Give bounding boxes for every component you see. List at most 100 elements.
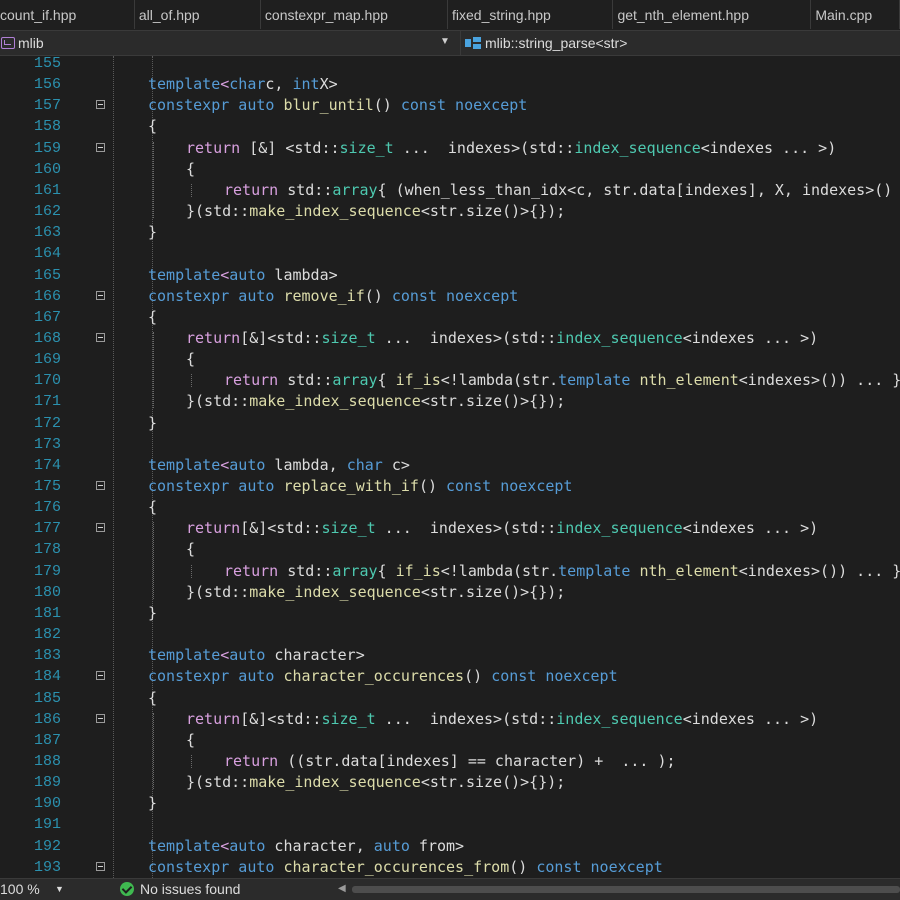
code-line[interactable]: 167 { [0,307,900,328]
line-number: 172 [33,414,61,432]
code-line[interactable]: 173 [0,434,900,455]
tab-count-if[interactable]: count_if.hpp [0,0,135,29]
fold-collapse-icon[interactable] [96,713,105,723]
code-editor[interactable]: 155 156 template<charc, intX> 157 constexpr … [0,56,900,878]
code-line[interactable]: 184 constexpr auto character_occurences()… [0,666,900,687]
tab-main-cpp[interactable]: Main.cpp [811,0,900,29]
code-text: return [&] <std::size_t ... indexes>(std… [186,138,837,157]
line-number: 169 [33,351,61,369]
line-number: 185 [33,689,61,707]
code-line[interactable]: 190} [0,793,900,814]
code-text: constexpr auto replace_with_if() const n… [148,477,573,495]
line-number: 183 [33,647,61,665]
code-line[interactable]: 176 { [0,497,900,518]
indent-guide [191,754,192,768]
code-line[interactable]: 158 { [0,116,900,137]
fold-collapse-icon[interactable] [96,332,105,342]
line-number: 176 [33,499,61,517]
code-text: return[&]<std::size_t ... indexes>(std::… [186,709,819,728]
code-text: constexpr auto character_occurences() co… [148,667,618,686]
code-text: constexpr auto remove_if() const noexcep… [148,286,519,305]
line-number: 189 [33,774,61,792]
code-line[interactable]: 191 [0,814,900,835]
issues-status[interactable]: No issues found [140,881,240,897]
code-line[interactable]: 181} [0,603,900,624]
scroll-left-icon[interactable]: ◀ [338,883,346,894]
line-number: 168 [33,329,61,347]
code-line[interactable]: 170 return std::array{ if_is<!lambda(str.… [0,370,900,391]
indent-guide [153,141,154,219]
fold-collapse-icon[interactable] [96,481,105,490]
code-text: { [186,540,196,559]
code-line[interactable]: 189}(std::make_index_sequence<str.size()… [0,772,900,793]
code-text: { [148,688,158,707]
chevron-down-icon[interactable]: ▼ [440,36,450,47]
code-line[interactable]: 159 return [&] <std::size_t ... indexes>(… [0,138,900,159]
line-number: 165 [33,266,61,284]
code-line[interactable]: 180}(std::make_index_sequence<str.size()… [0,582,900,603]
horizontal-scrollbar[interactable]: ◀ [338,883,900,895]
code-line[interactable]: 171}(std::make_index_sequence<str.size()… [0,391,900,412]
fold-collapse-icon[interactable] [96,671,105,681]
project-dropdown[interactable]: mlib [0,31,456,55]
code-line[interactable]: 163} [0,222,900,243]
code-line[interactable]: 160 { [0,159,900,180]
line-number: 179 [33,562,61,580]
line-number: 190 [33,795,61,813]
code-line[interactable]: 177 return[&]<std::size_t ... indexes>(st… [0,518,900,539]
line-number: 166 [33,287,61,305]
fold-collapse-icon[interactable] [96,523,105,533]
code-line[interactable]: 168 return[&]<std::size_t ... indexes>(st… [0,328,900,349]
tab-get-nth-element[interactable]: get_nth_element.hpp [613,0,812,29]
code-line[interactable]: 164 [0,243,900,264]
code-line[interactable]: 179 return std::array{ if_is<!lambda(str.… [0,561,900,582]
tab-fixed-string[interactable]: fixed_string.hpp [448,0,614,29]
fold-collapse-icon[interactable] [96,861,105,871]
code-line[interactable]: 186 return[&]<std::size_t ... indexes>(st… [0,709,900,730]
code-text: template<auto lambda, char c> [148,455,410,474]
code-line[interactable]: 187 { [0,730,900,751]
code-line[interactable]: 157 constexpr auto blur_until() const noe… [0,95,900,116]
code-text: { [148,307,158,326]
code-text: }(std::make_index_sequence<str.size()>{}… [186,392,566,411]
code-line[interactable]: 161 return std::array{ (when_less_than_id… [0,180,900,201]
code-line[interactable]: 162}(std::make_index_sequence<str.size()… [0,201,900,222]
code-line[interactable]: 165 template<auto lambda> [0,265,900,286]
ok-check-icon [120,882,134,896]
tab-all-of[interactable]: all_of.hpp [134,0,261,29]
scope-dropdown[interactable]: mlib::string_parse<str> [460,31,900,55]
line-number: 164 [33,245,61,263]
line-number: 163 [33,224,61,242]
code-line[interactable]: 174 template<auto lambda, char c> [0,455,900,476]
code-text: { [186,350,196,369]
zoom-dropdown-icon[interactable]: ▼ [55,884,64,894]
code-text: return ((str.data[indexes] == character)… [224,751,676,770]
tab-constexpr-map[interactable]: constexpr_map.hpp [260,0,448,29]
line-number: 193 [33,858,61,876]
line-number: 170 [33,372,61,390]
code-line[interactable]: 178 { [0,539,900,560]
fold-collapse-icon[interactable] [96,290,105,300]
code-line[interactable]: 166 constexpr auto remove_if() const noex… [0,286,900,307]
zoom-level[interactable]: 100 % [0,881,40,897]
scrollbar-thumb[interactable] [352,886,900,893]
code-line[interactable]: 175 constexpr auto replace_with_if() cons… [0,476,900,497]
fold-collapse-icon[interactable] [96,142,105,152]
code-line[interactable]: 188 return ((str.data[indexes] == charact… [0,751,900,772]
line-number: 159 [33,139,61,157]
code-line[interactable]: 192 template<auto character, auto from> [0,836,900,857]
code-line[interactable]: 169 { [0,349,900,370]
fold-collapse-icon[interactable] [96,100,105,110]
code-line[interactable]: 182 [0,624,900,645]
code-line[interactable]: 155 [0,56,900,74]
code-line[interactable]: 183 template<auto character> [0,645,900,666]
code-line[interactable]: 156 template<charc, intX> [0,74,900,95]
code-text: }(std::make_index_sequence<str.size()>{}… [186,202,566,221]
indent-guide [153,712,154,790]
code-line[interactable]: 193 constexpr auto character_occurences_f… [0,857,900,878]
code-line[interactable]: 185 { [0,688,900,709]
code-text: constexpr auto character_occurences_from… [148,857,663,876]
code-line[interactable]: 172} [0,413,900,434]
line-number: 192 [33,837,61,855]
navigation-bar: mlib ▼ mlib::string_parse<str> [0,30,900,56]
